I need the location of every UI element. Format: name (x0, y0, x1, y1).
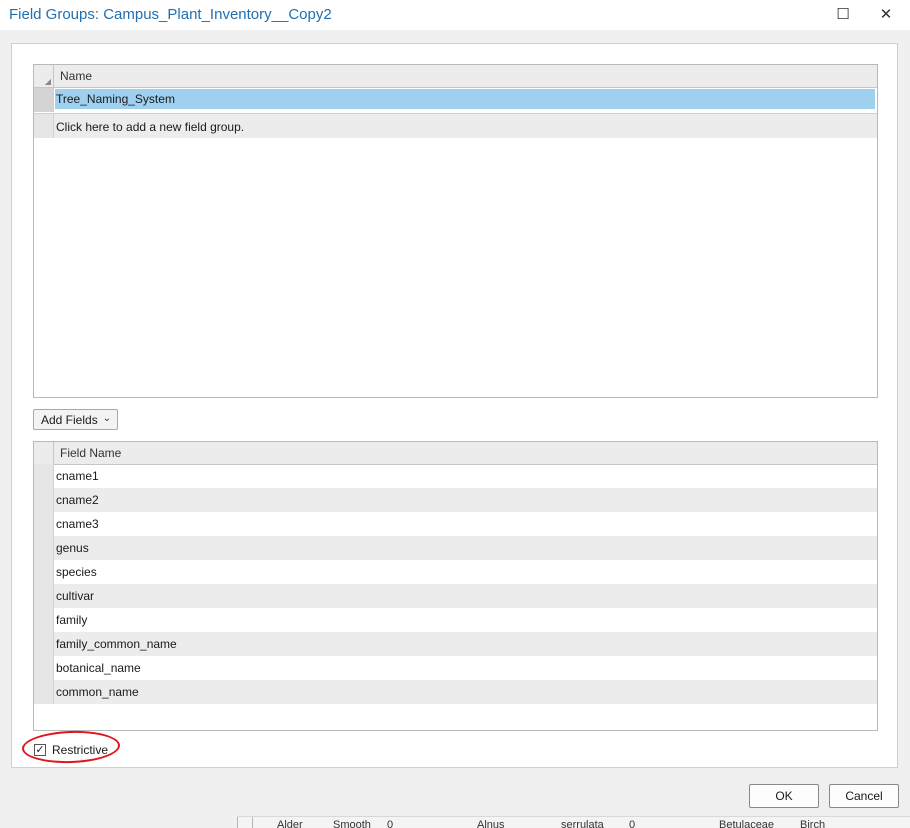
fields-grid-header: Field Name (34, 442, 877, 465)
maximize-icon: ☐ (836, 6, 850, 23)
field-name-cell[interactable]: cultivar (56, 589, 94, 603)
chevron-down-icon: ⌄ (102, 413, 111, 424)
add-fields-label: Add Fields (41, 412, 98, 427)
row-header[interactable] (34, 632, 54, 656)
group-name-cell[interactable]: Tree_Naming_System (56, 92, 175, 106)
field-groups-grid[interactable]: ◢ Name Tree_Naming_System Click here to … (33, 64, 878, 398)
field-name-cell[interactable]: family_common_name (56, 637, 177, 651)
groups-grid-header: ◢ Name (34, 65, 877, 88)
row-header[interactable] (34, 680, 54, 704)
close-button[interactable]: ✕ (866, 2, 906, 26)
add-group-hint[interactable]: Click here to add a new field group. (56, 120, 244, 134)
restrictive-checkbox[interactable]: ✓ (34, 744, 46, 756)
dialog-content-panel: ◢ Name Tree_Naming_System Click here to … (11, 43, 898, 768)
field-name-cell[interactable]: common_name (56, 685, 139, 699)
row-header[interactable] (34, 656, 54, 680)
row-header[interactable] (34, 560, 54, 584)
field-row[interactable]: cname2 (34, 488, 877, 512)
add-group-row[interactable]: Click here to add a new field group. (34, 113, 877, 138)
field-name-cell[interactable]: cname1 (56, 469, 99, 483)
field-name-column-header[interactable]: Field Name (60, 446, 121, 460)
row-header[interactable] (34, 114, 54, 138)
field-row[interactable]: family (34, 608, 877, 632)
restrictive-label[interactable]: Restrictive (52, 743, 108, 757)
add-fields-dropdown[interactable]: Add Fields ⌄ (33, 409, 118, 430)
field-row[interactable]: family_common_name (34, 632, 877, 656)
field-name-cell[interactable]: species (56, 565, 97, 579)
group-row-selected[interactable]: Tree_Naming_System (34, 88, 877, 112)
field-row[interactable]: cname3 (34, 512, 877, 536)
close-icon: ✕ (879, 6, 893, 23)
groups-name-column-header[interactable]: Name (60, 69, 92, 83)
fields-grid[interactable]: Field Name cname1 cname2 cname3 genus sp… (33, 441, 878, 731)
field-row[interactable]: botanical_name (34, 656, 877, 680)
field-name-cell[interactable]: genus (56, 541, 89, 555)
field-name-cell[interactable]: cname3 (56, 517, 99, 531)
row-header[interactable] (34, 88, 54, 112)
row-header[interactable] (34, 536, 54, 560)
selected-cell-highlight (55, 89, 875, 109)
window-title: Field Groups: Campus_Plant_Inventory__Co… (9, 6, 332, 23)
field-name-cell[interactable]: cname2 (56, 493, 99, 507)
field-row[interactable]: species (34, 560, 877, 584)
restrictive-option[interactable]: ✓ Restrictive (34, 743, 108, 757)
select-all-corner[interactable]: ◢ (34, 65, 54, 87)
field-row[interactable]: cname1 (34, 464, 877, 488)
checkmark-icon: ✓ (35, 743, 45, 756)
ok-button[interactable]: OK (749, 784, 819, 808)
cancel-button[interactable]: Cancel (829, 784, 899, 808)
divider (252, 817, 253, 828)
field-row[interactable]: genus (34, 536, 877, 560)
divider (237, 817, 238, 828)
field-name-cell[interactable]: botanical_name (56, 661, 141, 675)
background-table-fragment: Alder Smooth 0 Alnus serrulata 0 Betulac… (237, 816, 910, 828)
select-all-corner[interactable] (34, 442, 54, 464)
field-row[interactable]: cultivar (34, 584, 877, 608)
title-bar: Field Groups: Campus_Plant_Inventory__Co… (0, 0, 910, 30)
sort-corner-icon: ◢ (44, 77, 51, 86)
row-header[interactable] (34, 608, 54, 632)
field-name-cell[interactable]: family (56, 613, 87, 627)
row-header[interactable] (34, 464, 54, 488)
row-header[interactable] (34, 584, 54, 608)
row-header[interactable] (34, 512, 54, 536)
field-row[interactable]: common_name (34, 680, 877, 704)
row-header[interactable] (34, 488, 54, 512)
maximize-button[interactable]: ☐ (823, 2, 863, 26)
